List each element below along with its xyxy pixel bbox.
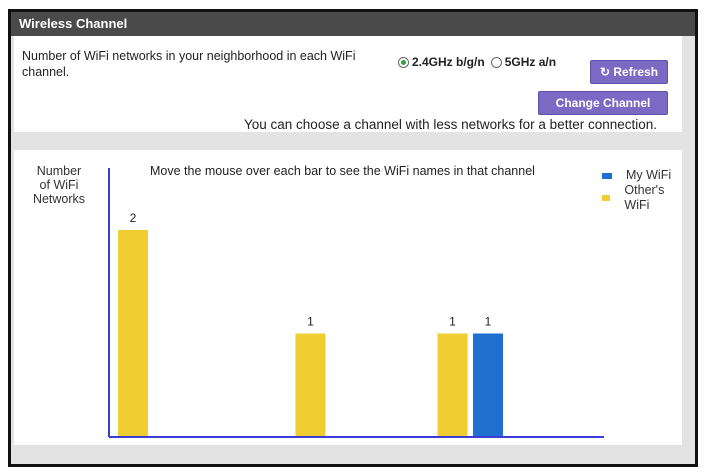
band-24ghz-radio[interactable] bbox=[398, 56, 409, 68]
channel-chart-area: Number of WiFi Networks Move the mouse o… bbox=[14, 150, 682, 445]
bar-value-label: 1 bbox=[307, 315, 314, 329]
bar[interactable] bbox=[118, 230, 148, 437]
x-tick-label: 4 bbox=[236, 444, 243, 445]
description-text: Number of WiFi networks in your neighbor… bbox=[22, 49, 356, 79]
refresh-label: Refresh bbox=[613, 65, 659, 79]
x-tick-label: 8 bbox=[378, 444, 385, 445]
x-tick-label: 1 bbox=[130, 444, 137, 445]
channel-bar-chart: 21234516789110111Channel bbox=[108, 168, 653, 445]
bar[interactable] bbox=[473, 333, 503, 438]
x-tick-label: 6 bbox=[307, 444, 314, 445]
panel-title: Wireless Channel bbox=[11, 12, 695, 36]
x-axis-label: Channel bbox=[606, 444, 653, 445]
x-tick-label: 11 bbox=[482, 444, 495, 445]
x-tick-label: 10 bbox=[446, 444, 460, 445]
x-tick-label: 3 bbox=[201, 444, 208, 445]
refresh-button[interactable]: ↻ Refresh bbox=[590, 60, 668, 84]
bar-value-label: 2 bbox=[130, 211, 137, 225]
refresh-icon: ↻ bbox=[599, 65, 611, 79]
band-radio-group: 2.4GHz b/g/n 5GHz a/n bbox=[398, 55, 562, 69]
channel-hint: You can choose a channel with less netwo… bbox=[244, 117, 658, 132]
x-tick-label: 9 bbox=[414, 444, 421, 445]
band-5ghz-label[interactable]: 5GHz a/n bbox=[505, 55, 556, 69]
change-channel-button[interactable]: Change Channel bbox=[538, 91, 668, 115]
bar-value-label: 1 bbox=[449, 315, 456, 329]
x-tick-label: 5 bbox=[272, 444, 279, 445]
band-5ghz-radio[interactable] bbox=[490, 56, 502, 68]
bar[interactable] bbox=[295, 333, 326, 438]
bar-value-label: 1 bbox=[485, 315, 492, 329]
x-tick-label: 7 bbox=[343, 444, 350, 445]
band-24ghz-label[interactable]: 2.4GHz b/g/n bbox=[412, 55, 485, 69]
bar[interactable] bbox=[437, 333, 468, 438]
x-tick-label: 2 bbox=[165, 444, 172, 445]
